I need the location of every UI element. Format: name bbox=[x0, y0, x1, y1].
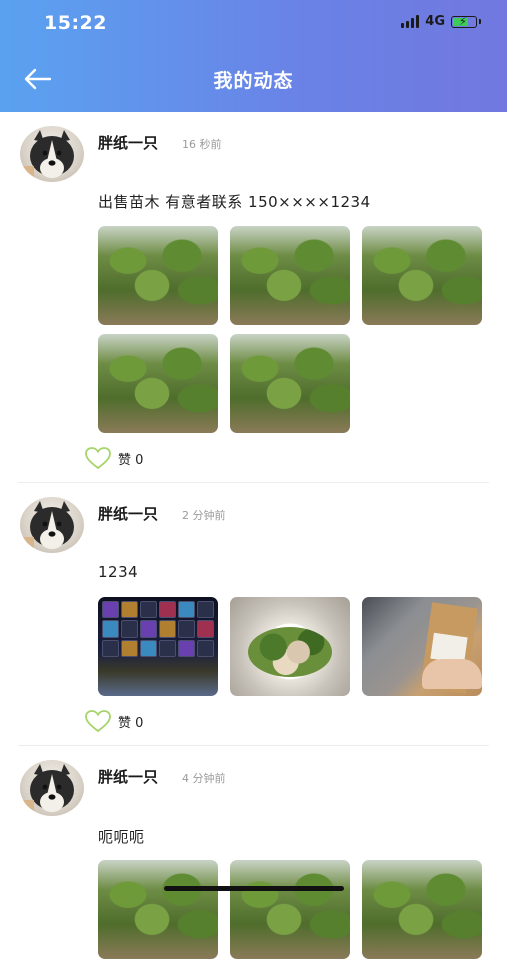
post-text: 1234 bbox=[98, 563, 139, 581]
avatar[interactable] bbox=[20, 760, 84, 816]
post-username: 胖纸一只 bbox=[98, 768, 159, 786]
battery-icon: ⚡ bbox=[451, 15, 477, 28]
post-item: 胖纸一只 16 秒前 出售苗木 有意者联系 150××××1234 赞 0 bbox=[18, 112, 489, 483]
heart-icon bbox=[85, 710, 111, 733]
post-text: 呃呃呃 bbox=[98, 828, 145, 846]
dog-avatar-image bbox=[20, 764, 74, 816]
post-photo[interactable] bbox=[98, 334, 218, 433]
feed-list: 胖纸一只 16 秒前 出售苗木 有意者联系 150××××1234 赞 0 胖纸… bbox=[0, 112, 507, 959]
post-photo[interactable] bbox=[230, 597, 350, 696]
like-button[interactable]: 赞 0 bbox=[84, 446, 143, 470]
post-photo[interactable] bbox=[98, 226, 218, 325]
like-count: 赞 0 bbox=[118, 715, 144, 731]
post-photo[interactable] bbox=[362, 597, 482, 696]
post-text: 出售苗木 有意者联系 150××××1234 bbox=[98, 193, 371, 211]
dog-avatar-image bbox=[20, 130, 74, 182]
post-photo[interactable] bbox=[362, 226, 482, 325]
post-time: 2 分钟前 bbox=[182, 509, 226, 522]
post-username: 胖纸一只 bbox=[98, 505, 159, 523]
dog-avatar-image bbox=[20, 501, 74, 553]
avatar[interactable] bbox=[20, 126, 84, 182]
status-indicators: 4G ⚡ bbox=[401, 14, 481, 29]
post-time: 4 分钟前 bbox=[182, 772, 226, 785]
top-header: 15:22 4G ⚡ 我的动态 bbox=[0, 0, 507, 112]
post-username: 胖纸一只 bbox=[98, 134, 159, 152]
post-photo[interactable] bbox=[98, 597, 218, 696]
avatar[interactable] bbox=[20, 497, 84, 553]
post-photo[interactable] bbox=[362, 860, 482, 959]
post-photo[interactable] bbox=[230, 226, 350, 325]
post-time: 16 秒前 bbox=[182, 138, 222, 151]
heart-icon bbox=[85, 447, 111, 470]
page-title: 我的动态 bbox=[213, 70, 294, 92]
post-photo[interactable] bbox=[230, 334, 350, 433]
like-button[interactable]: 赞 0 bbox=[84, 709, 143, 733]
battery-cap bbox=[479, 19, 481, 24]
post-photo[interactable] bbox=[98, 860, 218, 959]
like-count: 赞 0 bbox=[118, 452, 144, 468]
status-time: 15:22 bbox=[44, 12, 107, 34]
network-label: 4G bbox=[425, 14, 445, 29]
hand-image bbox=[422, 659, 482, 689]
food-dish-image bbox=[248, 627, 332, 677]
home-indicator[interactable] bbox=[164, 886, 344, 891]
post-item: 胖纸一只 4 分钟前 呃呃呃 bbox=[18, 746, 489, 959]
signal-icon bbox=[401, 15, 420, 28]
post-item: 胖纸一只 2 分钟前 1234 赞 0 bbox=[18, 483, 489, 746]
game-inventory-image bbox=[102, 601, 214, 657]
post-photo[interactable] bbox=[230, 860, 350, 959]
